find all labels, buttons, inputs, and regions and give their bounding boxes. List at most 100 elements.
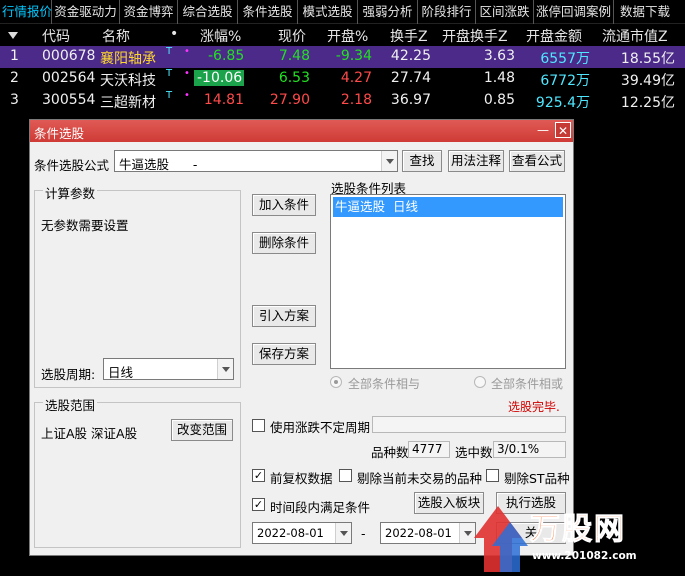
import-scheme-button[interactable]: 引入方案 xyxy=(252,305,316,327)
tab-pattern-pick[interactable]: 模式选股 xyxy=(298,0,358,24)
row-name: 襄阳轴承 xyxy=(100,51,156,67)
header-price[interactable]: 现价 xyxy=(278,26,306,46)
radio-all-or-label: 全部条件相或 xyxy=(491,377,564,391)
radio-all-or[interactable] xyxy=(474,376,486,388)
date-to-picker[interactable]: 2022-08-01 xyxy=(380,522,476,544)
date-from-value: 2022-08-01 xyxy=(257,526,324,540)
uncertain-period-checkbox[interactable] xyxy=(252,419,265,432)
count-value: 4777 xyxy=(408,441,450,458)
date-to-value: 2022-08-01 xyxy=(385,526,452,540)
table-row[interactable]: 1 000678 襄阳轴承 T • -6.85 7.48 -9.34 42.25… xyxy=(0,46,685,68)
add-condition-button[interactable]: 加入条件 xyxy=(252,194,316,216)
row-open-amount: 6772万 xyxy=(540,73,590,89)
chevron-down-icon[interactable] xyxy=(335,523,351,543)
header-open-turnover[interactable]: 开盘换手Z xyxy=(442,26,508,46)
period-value: 日线 xyxy=(108,365,134,380)
header-name[interactable]: 名称 xyxy=(102,26,130,46)
row-code: 300554 xyxy=(42,92,96,108)
row-index: 2 xyxy=(10,70,19,86)
radio-all-and-label: 全部条件相与 xyxy=(348,377,421,391)
row-open-pct: 2.18 xyxy=(340,92,372,108)
header-turnover[interactable]: 换手Z xyxy=(390,26,428,46)
formula-label: 条件选股公式 xyxy=(34,158,110,173)
row-index: 3 xyxy=(10,92,19,108)
radio-all-and[interactable] xyxy=(330,376,342,388)
save-scheme-button[interactable]: 保存方案 xyxy=(252,343,316,365)
header-open-pct[interactable]: 开盘% xyxy=(327,26,368,46)
header-change-pct[interactable]: 涨幅% xyxy=(200,26,241,46)
formula-value: 牛逼选股 - xyxy=(119,157,198,172)
condition-list-item[interactable]: 牛逼选股 日线 xyxy=(333,197,563,217)
row-price: 6.53 xyxy=(278,70,310,86)
row-open-amount: 925.4万 xyxy=(535,95,590,111)
view-formula-button[interactable]: 查看公式 xyxy=(509,150,565,172)
triangle-down-icon[interactable] xyxy=(8,28,18,44)
tab-stage-rank[interactable]: 阶段排行 xyxy=(418,0,476,24)
tab-limit-up-cases[interactable]: 涨停回调案例 xyxy=(534,0,614,24)
formula-combo[interactable]: 牛逼选股 - xyxy=(114,150,398,172)
close-icon[interactable]: ✕ xyxy=(555,122,571,138)
period-combo[interactable]: 日线 xyxy=(103,358,234,380)
row-price: 27.90 xyxy=(269,92,310,108)
row-name: 三超新材 xyxy=(100,95,156,111)
uncertain-period-label: 使用涨跌不定周期 xyxy=(270,420,371,435)
usage-notes-button[interactable]: 用法注释 xyxy=(448,150,504,172)
exclude-st-label: 剔除ST品种 xyxy=(504,471,570,486)
period-satisfy-checkbox[interactable]: ✓ xyxy=(252,498,265,511)
params-text: 无参数需要设置 xyxy=(41,218,129,233)
minimize-icon[interactable]: — xyxy=(535,122,551,138)
watermark-url: www.201082.com xyxy=(532,550,637,562)
row-turnover: 27.74 xyxy=(390,70,431,86)
table-row[interactable]: 2 002564 天沃科技 T • -10.06 6.53 4.27 27.74… xyxy=(0,68,685,90)
row-change: 14.81 xyxy=(203,92,244,108)
watermark-logo: 万股网 www.201082.com xyxy=(470,498,685,576)
row-market-cap: 39.49亿 xyxy=(620,73,675,89)
prefq-checkbox[interactable]: ✓ xyxy=(252,469,265,482)
count-label: 品种数 xyxy=(371,445,409,460)
delete-condition-button[interactable]: 删除条件 xyxy=(252,232,316,254)
change-range-button[interactable]: 改变范围 xyxy=(171,419,233,441)
header-dot[interactable]: • xyxy=(170,26,178,42)
row-tag: T xyxy=(166,90,173,101)
tab-data-download[interactable]: 数据下载 xyxy=(614,0,676,24)
range-text: 上证A股 深证A股 xyxy=(41,426,138,441)
row-open-turnover: 3.63 xyxy=(483,48,515,64)
tab-condition-pick[interactable]: 条件选股 xyxy=(238,0,298,24)
uncertain-period-field[interactable] xyxy=(372,416,566,433)
tab-fund-game[interactable]: 资金博弈 xyxy=(120,0,178,24)
condition-list[interactable]: 牛逼选股 日线 xyxy=(330,194,566,369)
row-market-cap: 12.25亿 xyxy=(620,95,675,111)
params-group: 计算参数 无参数需要设置 选股周期: 日线 xyxy=(34,183,241,388)
tab-quotes[interactable]: 行情报价 xyxy=(0,0,52,24)
row-code: 000678 xyxy=(42,48,96,64)
tab-comprehensive[interactable]: 综合选股 xyxy=(178,0,238,24)
params-group-title: 计算参数 xyxy=(43,183,98,202)
row-tag: T xyxy=(166,46,173,57)
condition-pick-dialog: 条件选股 — ✕ 条件选股公式 牛逼选股 - 查找 用法注释 查看公式 计算参数… xyxy=(29,119,574,556)
table-row[interactable]: 3 300554 三超新材 T • 14.81 27.90 2.18 36.97… xyxy=(0,90,685,112)
chevron-down-icon[interactable] xyxy=(381,151,397,171)
period-satisfy-label: 时间段内满足条件 xyxy=(270,500,371,515)
period-label: 选股周期: xyxy=(41,367,96,382)
exclude-st-checkbox[interactable] xyxy=(486,469,499,482)
row-index: 1 xyxy=(10,48,19,64)
header-open-amount[interactable]: 开盘金额 xyxy=(526,26,582,46)
header-market-cap[interactable]: 流通市值Z xyxy=(602,26,668,46)
hit-label: 选中数 xyxy=(455,445,493,460)
chevron-down-icon[interactable] xyxy=(217,359,233,379)
tab-fund-drive[interactable]: 资金驱动力 xyxy=(52,0,120,24)
top-tab-bar: 行情报价 资金驱动力 资金博弈 综合选股 条件选股 模式选股 强弱分析 阶段排行… xyxy=(0,0,685,24)
tab-range-change[interactable]: 区间涨跌 xyxy=(476,0,534,24)
dialog-titlebar[interactable]: 条件选股 — ✕ xyxy=(30,120,573,142)
tab-strength[interactable]: 强弱分析 xyxy=(358,0,418,24)
date-from-picker[interactable]: 2022-08-01 xyxy=(252,522,352,544)
range-group-title: 选股范围 xyxy=(43,395,98,414)
row-open-amount: 6557万 xyxy=(540,51,590,67)
row-dot: • xyxy=(184,90,190,101)
header-code[interactable]: 代码 xyxy=(42,26,70,46)
find-button[interactable]: 查找 xyxy=(402,150,442,172)
row-market-cap: 18.55亿 xyxy=(620,51,675,67)
row-open-pct: 4.27 xyxy=(340,70,372,86)
row-change: -6.85 xyxy=(208,48,245,64)
exclude-notrade-checkbox[interactable] xyxy=(339,469,352,482)
